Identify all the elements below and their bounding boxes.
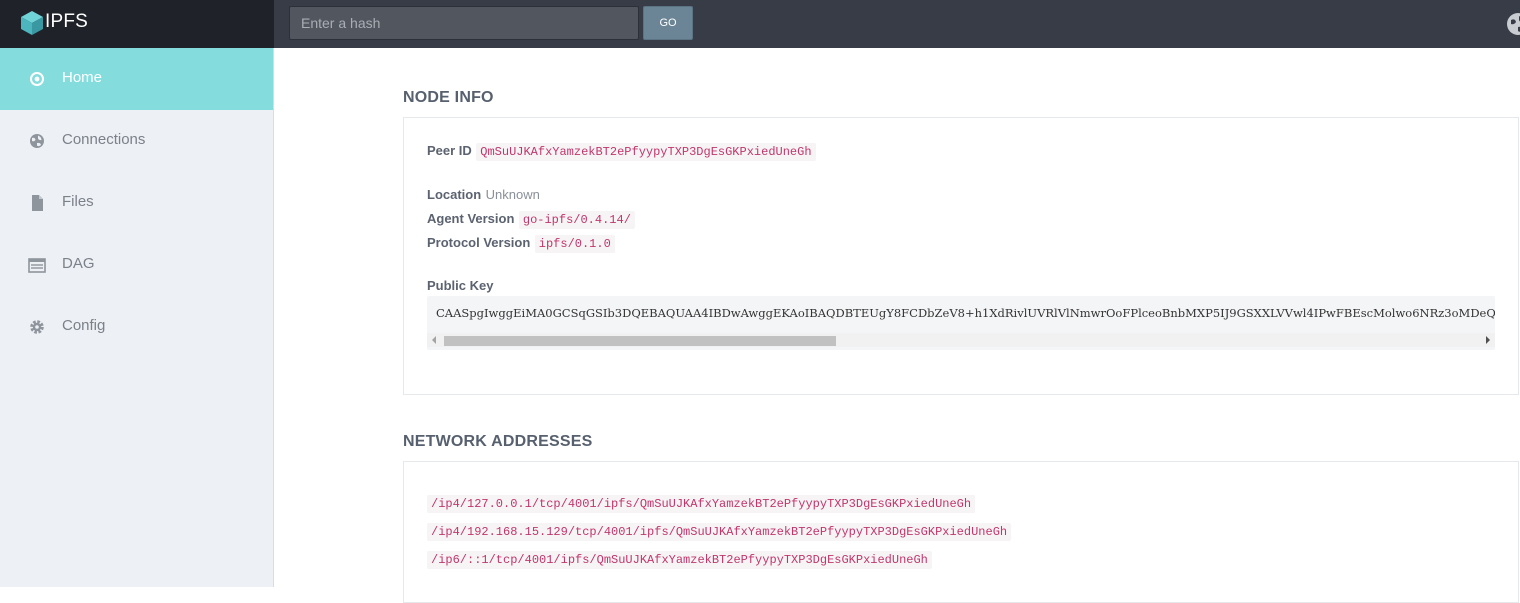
sidebar-item-label: DAG (62, 255, 95, 272)
target-icon (30, 72, 44, 86)
sidebar-item-label: Files (62, 193, 94, 210)
sidebar-item-label: Connections (62, 131, 146, 148)
list-icon (28, 258, 46, 273)
main-content: NODE INFO Peer ID QmSuUJKAfxYamzekBT2ePf… (274, 48, 1520, 603)
globe-icon[interactable] (1506, 12, 1520, 36)
public-key-value[interactable]: CAASpgIwggEiMA0GCSqGSIb3DQEBAQUAA4IBDwAw… (436, 306, 1495, 320)
network-addresses-title: NETWORK ADDRESSES (403, 433, 593, 450)
protocol-version-row: Protocol Version ipfs/0.1.0 (427, 234, 615, 253)
network-address[interactable]: /ip4/127.0.0.1/tcp/4001/ipfs/QmSuUJKAfxY… (427, 495, 976, 513)
public-key-label: Public Key (427, 278, 494, 293)
sidebar-item-label: Config (62, 317, 106, 334)
location-label: Location (427, 187, 482, 202)
protocol-version-label: Protocol Version (427, 235, 531, 250)
protocol-version-value[interactable]: ipfs/0.1.0 (534, 235, 615, 253)
network-address[interactable]: /ip6/::1/tcp/4001/ipfs/QmSuUJKAfxYamzekB… (427, 551, 932, 569)
agent-version-label: Agent Version (427, 211, 515, 226)
agent-version-row: Agent Version go-ipfs/0.4.14/ (427, 210, 635, 229)
sidebar-item-files[interactable]: Files (0, 172, 273, 234)
peer-id-value[interactable]: QmSuUJKAfxYamzekBT2ePfyypyTXP3DgEsGKPxie… (476, 143, 816, 161)
scroll-right-arrow-icon[interactable] (1486, 336, 1490, 344)
gear-icon (30, 320, 44, 334)
hash-search-input[interactable] (289, 6, 639, 40)
globe-icon (30, 134, 44, 148)
sidebar-item-config[interactable]: Config (0, 296, 273, 358)
public-key-box[interactable]: CAASpgIwggEiMA0GCSqGSIb3DQEBAQUAA4IBDwAw… (427, 296, 1495, 350)
sidebar-item-label: Home (62, 69, 103, 86)
ipfs-cube-logo-icon (21, 11, 43, 35)
network-addresses-panel: /ip4/127.0.0.1/tcp/4001/ipfs/QmSuUJKAfxY… (403, 461, 1519, 603)
location-row: Location Unknown (427, 186, 540, 204)
brand-area[interactable]: IPFS (0, 0, 274, 48)
node-info-panel: Peer ID QmSuUJKAfxYamzekBT2ePfyypyTXP3Dg… (403, 117, 1519, 395)
network-address[interactable]: /ip4/192.168.15.129/tcp/4001/ipfs/QmSuUJ… (427, 523, 1012, 541)
sidebar-item-home[interactable]: Home (0, 48, 273, 110)
agent-version-value[interactable]: go-ipfs/0.4.14/ (518, 211, 635, 229)
scroll-left-arrow-icon[interactable] (432, 336, 436, 344)
file-icon (32, 195, 43, 211)
location-value: Unknown (485, 187, 540, 202)
peer-id-row: Peer ID QmSuUJKAfxYamzekBT2ePfyypyTXP3Dg… (427, 142, 816, 161)
brand-name: IPFS (45, 11, 89, 32)
top-bar: IPFS GO (0, 0, 1520, 48)
sidebar: Home Connections Files DAG Config (0, 48, 274, 587)
sidebar-item-connections[interactable]: Connections (0, 110, 273, 172)
scrollbar-thumb[interactable] (444, 336, 836, 346)
horizontal-scrollbar[interactable] (427, 333, 1495, 347)
go-button[interactable]: GO (643, 6, 693, 40)
node-info-title: NODE INFO (403, 89, 494, 106)
peer-id-label: Peer ID (427, 143, 472, 158)
sidebar-item-dag[interactable]: DAG (0, 234, 273, 296)
list-item: /ip4/127.0.0.1/tcp/4001/ipfs/QmSuUJKAfxY… (427, 494, 976, 513)
list-item: /ip6/::1/tcp/4001/ipfs/QmSuUJKAfxYamzekB… (427, 550, 932, 569)
list-item: /ip4/192.168.15.129/tcp/4001/ipfs/QmSuUJ… (427, 522, 1012, 541)
